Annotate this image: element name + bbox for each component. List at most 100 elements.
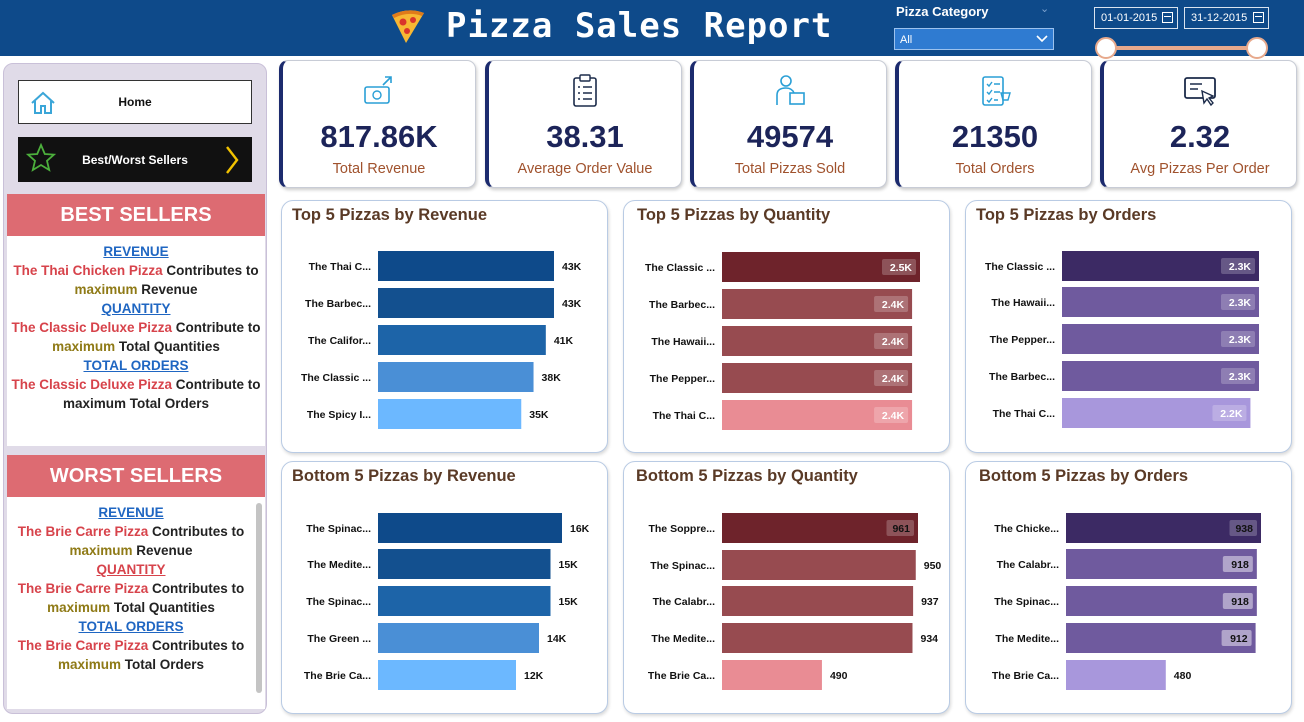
data-label: 2.4K — [882, 373, 905, 385]
order-tablet-icon — [1184, 77, 1216, 107]
category-label: The Hawaii... — [991, 297, 1055, 309]
worst-sellers-scrollbar[interactable] — [256, 503, 262, 693]
kpi-label: Total Orders — [955, 161, 1035, 177]
chart-bottom-revenue: The Spinac... 16K The Medite... 15K The Spin… — [304, 513, 590, 690]
bar[interactable] — [378, 623, 539, 653]
category-label: The Spinac... — [650, 560, 715, 572]
category-label: The Barbec... — [989, 371, 1055, 383]
data-label: 2.5K — [890, 262, 913, 274]
best-orders-header[interactable]: TOTAL ORDERS — [7, 356, 265, 375]
category-filter-label: Pizza Category — [896, 4, 989, 19]
bar[interactable] — [378, 251, 554, 281]
best-revenue-header[interactable]: REVENUE — [7, 242, 265, 261]
data-label: 480 — [1174, 670, 1192, 682]
data-label: 35K — [529, 409, 549, 421]
date-slider-start-handle[interactable] — [1095, 37, 1117, 59]
data-label: 937 — [921, 596, 939, 608]
chart-card-top-quantity: The Classic ... 2.5K The Barbec... 2.4K The … — [623, 200, 950, 453]
calendar-icon[interactable] — [1162, 12, 1173, 23]
category-label: The Thai C... — [309, 261, 372, 273]
bar[interactable] — [722, 550, 916, 580]
category-label: The Spinac... — [306, 596, 371, 608]
bar[interactable] — [378, 549, 551, 579]
category-label: The Classic ... — [985, 261, 1055, 273]
data-label: 14K — [547, 633, 567, 645]
data-label: 15K — [559, 559, 579, 571]
category-label: The Spinac... — [994, 596, 1059, 608]
bar[interactable] — [378, 325, 546, 355]
data-label: 2.3K — [1229, 261, 1252, 273]
category-label: The Medite... — [651, 633, 715, 645]
bar[interactable] — [378, 288, 554, 318]
best-quantity-header[interactable]: QUANTITY — [7, 299, 265, 318]
chart-card-bottom-revenue: The Spinac... 16K The Medite... 15K The Spin… — [281, 461, 608, 714]
category-label: The Chicke... — [994, 523, 1059, 535]
bar[interactable] — [722, 660, 822, 690]
page-title: Pizza Sales Report — [446, 6, 833, 46]
worst-orders-text: The Brie Carre Pizza Contributes to maxi… — [17, 638, 245, 672]
data-label: 2.3K — [1229, 371, 1252, 383]
worst-quantity-header[interactable]: QUANTITY — [7, 560, 255, 579]
data-label: 16K — [570, 523, 590, 535]
best-worst-sellers-button[interactable]: Best/Worst Sellers — [18, 137, 252, 182]
category-label: The Calabr... — [653, 596, 716, 608]
end-date-input[interactable]: 31-12-2015 — [1184, 7, 1269, 29]
category-label: The Classic ... — [301, 372, 371, 384]
category-label: The Barbec... — [305, 298, 371, 310]
star-icon — [26, 143, 56, 172]
bar[interactable] — [378, 660, 516, 690]
category-label: The Medite... — [307, 559, 371, 571]
chevron-right-icon — [226, 146, 239, 174]
chart-top-revenue: The Thai C... 43K The Barbec... 43K The Cali… — [301, 251, 582, 429]
category-label: The Medite... — [995, 633, 1059, 645]
data-label: 15K — [559, 596, 579, 608]
worst-orders-header[interactable]: TOTAL ORDERS — [7, 617, 255, 636]
chevron-down-icon[interactable]: ⌄ — [1040, 2, 1049, 15]
bar[interactable] — [378, 362, 534, 392]
bar[interactable] — [722, 623, 913, 653]
category-label: The Brie Ca... — [648, 670, 715, 682]
start-date-value: 01-01-2015 — [1101, 12, 1158, 24]
chart-title: Top 5 Pizzas by Revenue — [292, 206, 488, 224]
bar[interactable] — [722, 586, 914, 616]
kpi-label: Average Order Value — [517, 161, 653, 177]
category-label: The Calabr... — [997, 559, 1060, 571]
kpi-card-avg-order-value: 38.31 Average Order Value — [485, 60, 682, 188]
kpi-label: Avg Pizzas Per Order — [1130, 161, 1270, 177]
data-label: 2.4K — [882, 336, 905, 348]
data-label: 490 — [830, 670, 848, 682]
category-label: The Hawaii... — [651, 336, 715, 348]
kpi-value: 21350 — [951, 119, 1039, 154]
checklist-icon — [982, 76, 1011, 106]
category-select[interactable]: All — [894, 28, 1054, 50]
date-range-slider[interactable] — [1106, 46, 1258, 50]
title-wrap: Pizza Sales Report — [386, 2, 832, 50]
start-date-input[interactable]: 01-01-2015 — [1094, 7, 1178, 29]
best-revenue-text: The Thai Chicken Pizza Contributes to ma… — [13, 263, 259, 297]
kpi-card-avg-pizzas-per-order: 2.32 Avg Pizzas Per Order — [1100, 60, 1297, 188]
worst-quantity-text: The Brie Carre Pizza Contributes to maxi… — [17, 581, 245, 615]
data-label: 43K — [562, 261, 582, 273]
best-orders-text: The Classic Deluxe Pizza Contribute to m… — [11, 377, 261, 411]
category-label: The Green ... — [307, 633, 371, 645]
home-button[interactable]: Home — [18, 80, 252, 124]
kpi-value: 817.86K — [320, 119, 438, 154]
delivery-icon — [776, 75, 805, 105]
bar[interactable] — [378, 513, 562, 543]
worst-revenue-header[interactable]: REVENUE — [7, 503, 255, 522]
category-label: The Spinac... — [306, 523, 371, 535]
clipboard-icon — [573, 74, 597, 107]
calendar-icon[interactable] — [1253, 12, 1264, 23]
bar[interactable] — [378, 399, 522, 429]
data-label: 938 — [1235, 523, 1253, 535]
best-sellers-heading: BEST SELLERS — [7, 194, 265, 236]
date-slider-end-handle[interactable] — [1246, 37, 1268, 59]
chart-title: Top 5 Pizzas by Quantity — [637, 206, 831, 224]
chart-bottom-orders: The Chicke... 938 The Calabr... 918 The Spin… — [992, 513, 1261, 690]
bar[interactable] — [378, 586, 551, 616]
kpi-card-total-revenue: 817.86K Total Revenue — [279, 60, 476, 188]
data-label: 961 — [892, 523, 910, 535]
chart-card-bottom-orders: The Chicke... 938 The Calabr... 918 The Spin… — [965, 461, 1292, 714]
chart-title: Bottom 5 Pizzas by Revenue — [292, 467, 516, 485]
bar[interactable] — [1066, 660, 1166, 690]
